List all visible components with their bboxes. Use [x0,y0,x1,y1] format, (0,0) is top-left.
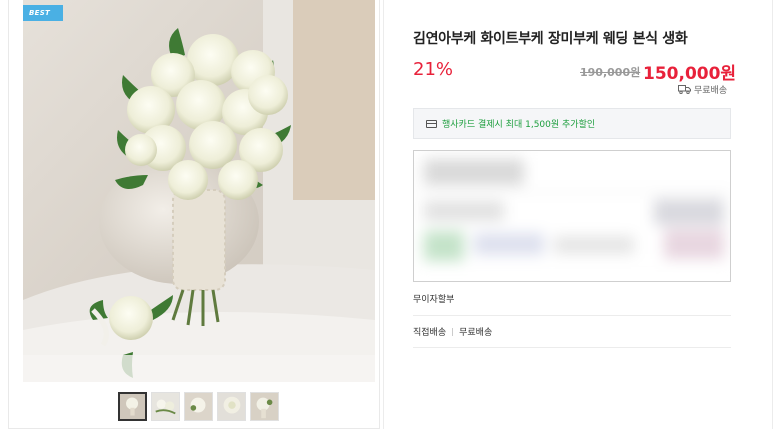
interest-free-installment: 무이자할부 [413,295,455,305]
shipping-info: 무료배송 [678,83,727,96]
thumbnail-3[interactable] [184,392,213,421]
delivery-info: 직접배송 무료배송 [413,325,492,338]
divider [413,315,731,316]
sale-price: 150,000원 [643,64,737,84]
discount-rate: 21% [413,59,454,80]
product-title: 김연아부케 화이트부케 장미부케 웨딩 본식 생화 [413,31,688,47]
delivery-method: 직접배송 [413,328,447,338]
divider [413,347,731,348]
product-info-panel: 김연아부케 화이트부케 장미부케 웨딩 본식 생화 21% 190,000원 1… [383,0,773,429]
delivery-fee: 무료배송 [459,328,493,338]
thumbnail-2[interactable] [151,392,180,421]
product-main-image[interactable]: BEST [23,0,375,382]
credit-card-icon [426,119,437,128]
best-badge: BEST [23,5,63,21]
original-price: 190,000원 [580,66,641,79]
shipping-label: 무료배송 [694,86,728,96]
product-gallery: BEST [8,0,380,429]
thumbnail-1[interactable] [118,392,147,421]
promo-text: 행사카드 결제시 최대 1,500원 추가할인 [442,120,596,130]
truck-icon [678,85,691,94]
card-promo-banner[interactable]: 행사카드 결제시 최대 1,500원 추가할인 [413,108,731,139]
obscured-option-area [413,150,731,282]
delivery-separator [452,327,454,336]
thumbnail-4[interactable] [217,392,246,421]
thumbnail-5[interactable] [250,392,279,421]
bouquet-photo [23,0,375,382]
thumbnail-strip [118,392,279,421]
